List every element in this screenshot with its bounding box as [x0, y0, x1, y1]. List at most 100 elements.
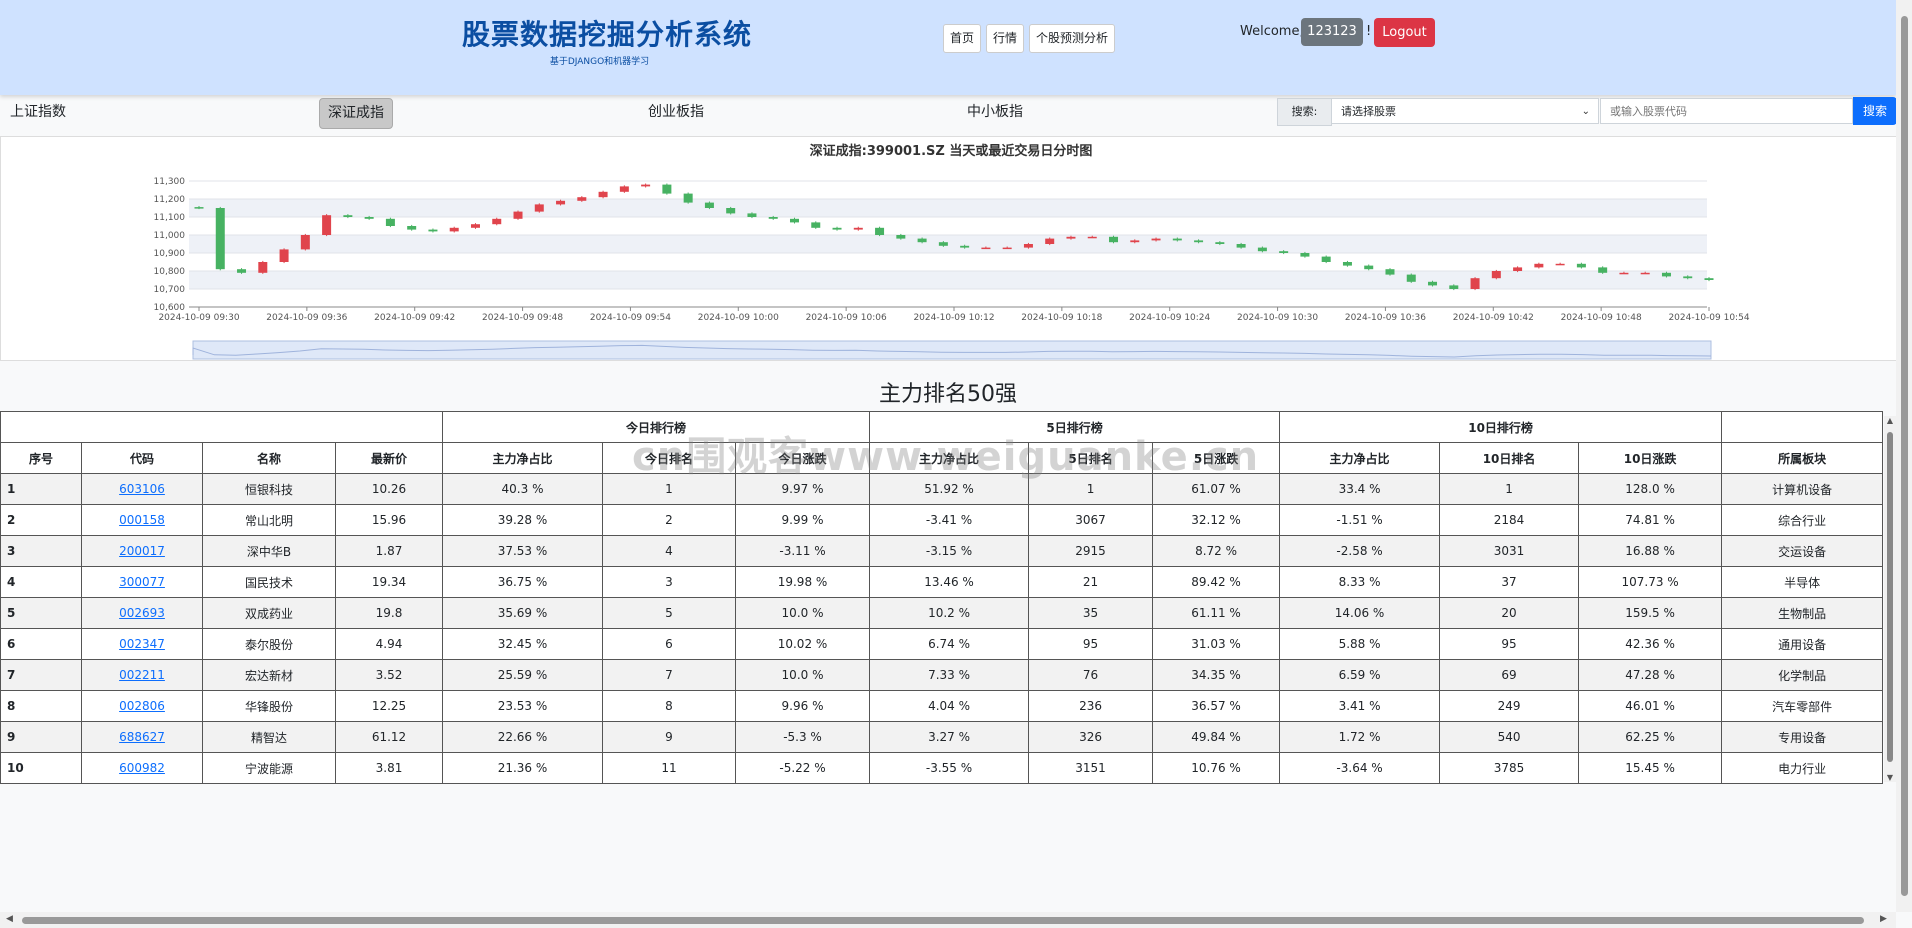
table-row: 10 600982 宁波能源 3.81 21.36 % 11 -5.22 % -3.55 % 3… [0, 752, 1884, 784]
grid-band [189, 235, 1707, 253]
candle [875, 227, 885, 235]
table-cell: 25.59 % [442, 659, 603, 691]
horizontal-scroll-thumb[interactable] [22, 917, 1864, 924]
stock-code-link[interactable]: 200017 [119, 544, 165, 558]
ranking-table-container: 今日排行榜 5日排行榜 10日排行榜 序号 代码 名称 最新价 主力净占比 今日排名 今日涨… [0, 411, 1884, 784]
table-cell: 37 [1439, 566, 1580, 598]
y-tick-label: 10,800 [154, 267, 186, 277]
page-horizontal-scrollbar[interactable]: ◀ ▶ [0, 912, 1896, 928]
stock-select[interactable]: 请选择股票 ⌄ [1331, 98, 1599, 124]
index-tab-shanghai[interactable]: 上证指数 [10, 98, 66, 127]
x-tick-label: 2024-10-09 10:06 [806, 313, 887, 323]
stock-code-input[interactable] [1600, 98, 1853, 124]
welcome-text: Welcome, [1240, 24, 1304, 39]
stock-code-link[interactable]: 002347 [119, 637, 165, 651]
scroll-left-icon[interactable]: ◀ [6, 914, 13, 924]
column-header: 今日涨跌 [734, 442, 871, 474]
table-cell: 3.81 [335, 752, 443, 784]
candle [619, 186, 629, 192]
index-tab-shenzhen[interactable]: 深证成指 [319, 98, 393, 129]
y-tick-label: 10,900 [154, 249, 186, 259]
table-cell: 3785 [1439, 752, 1580, 784]
table-cell: -3.55 % [869, 752, 1030, 784]
column-header: 5日涨跌 [1152, 442, 1281, 474]
x-tick-label: 2024-10-09 09:30 [158, 313, 239, 323]
search-button[interactable]: 搜索 [1853, 97, 1897, 125]
scroll-up-icon[interactable]: ▲ [1884, 416, 1896, 425]
scroll-down-icon[interactable]: ▼ [1884, 773, 1896, 782]
group-header-row: 今日排行榜 5日排行榜 10日排行榜 [0, 411, 1884, 443]
table-cell: 6.74 % [869, 628, 1030, 660]
column-header: 所属板块 [1721, 442, 1884, 474]
index-tab-chinext[interactable]: 创业板指 [648, 98, 704, 127]
table-cell: 36.75 % [442, 566, 603, 598]
candle [343, 215, 353, 217]
y-tick-label: 11,200 [154, 195, 186, 205]
table-cell: 9 [602, 721, 736, 753]
page-scroll-thumb[interactable] [1901, 16, 1908, 896]
stock-code-link[interactable]: 300077 [119, 575, 165, 589]
table-cell: 恒银科技 [202, 473, 336, 505]
candle [896, 235, 906, 239]
nav-home-button[interactable]: 首页 [943, 24, 982, 53]
table-cell: -1.51 % [1279, 504, 1441, 536]
candle [683, 193, 693, 203]
candle [768, 217, 778, 219]
stock-code-link[interactable]: 600982 [119, 761, 165, 775]
table-cell: 精智达 [202, 721, 336, 753]
code-cell: 002693 [81, 597, 203, 629]
rank-cell: 6 [0, 628, 82, 660]
stock-code-link[interactable]: 000158 [119, 513, 165, 527]
candle [492, 218, 502, 225]
x-tick-label: 2024-10-09 10:24 [1129, 313, 1210, 323]
table-cell: 5.88 % [1279, 628, 1441, 660]
table-cell: 生物制品 [1721, 597, 1884, 629]
code-cell: 002806 [81, 690, 203, 722]
candle [407, 226, 417, 230]
nav-prediction-button[interactable]: 个股预测分析 [1029, 24, 1116, 53]
stock-code-link[interactable]: 603106 [119, 482, 165, 496]
table-cell: 3031 [1439, 535, 1580, 567]
candle [1194, 240, 1204, 243]
candle [917, 238, 927, 243]
welcome-exclamation: ! [1366, 24, 1372, 39]
zoom-slider[interactable] [192, 340, 1712, 360]
table-cell: 10.0 % [734, 659, 871, 691]
table-cell: 61.12 [335, 721, 443, 753]
candle [1087, 236, 1097, 239]
table-cell: 9.97 % [734, 473, 871, 505]
nav-market-button[interactable]: 行情 [986, 24, 1025, 53]
candle [534, 204, 544, 212]
x-tick-label: 2024-10-09 09:54 [590, 313, 671, 323]
stock-code-link[interactable]: 002211 [119, 668, 165, 682]
site-title: 股票数据挖掘分析系统 [462, 18, 753, 51]
site-subtitle: 基于DJANGO和机器学习 [549, 57, 650, 67]
candle [1151, 238, 1161, 241]
rank-cell: 9 [0, 721, 82, 753]
table-cell: -3.64 % [1279, 752, 1441, 784]
candle [704, 202, 714, 208]
column-header: 今日排名 [602, 442, 736, 474]
table-cell: 22.66 % [442, 721, 603, 753]
candle [726, 208, 736, 214]
stock-code-link[interactable]: 002806 [119, 699, 165, 713]
table-scroll-thumb[interactable] [1887, 432, 1893, 762]
candle [1066, 236, 1076, 239]
candle [300, 235, 310, 250]
candle [832, 227, 842, 230]
index-tab-sme[interactable]: 中小板指 [967, 98, 1023, 127]
page-vertical-scrollbar[interactable] [1896, 0, 1912, 912]
table-cell: 通用设备 [1721, 628, 1884, 660]
scroll-right-icon[interactable]: ▶ [1880, 914, 1887, 924]
stock-code-link[interactable]: 002693 [119, 606, 165, 620]
table-cell: 62.25 % [1578, 721, 1723, 753]
table-cell: 49.84 % [1152, 721, 1281, 753]
x-tick-label: 2024-10-09 10:54 [1668, 313, 1749, 323]
search-label: 搜索: [1277, 98, 1332, 126]
table-cell: 95 [1028, 628, 1154, 660]
candle [981, 247, 991, 250]
logout-button[interactable]: Logout [1374, 18, 1435, 47]
username-badge[interactable]: 123123 [1301, 18, 1363, 46]
stock-code-link[interactable]: 688627 [119, 730, 165, 744]
table-vertical-scrollbar[interactable]: ▲ ▼ [1884, 416, 1896, 782]
